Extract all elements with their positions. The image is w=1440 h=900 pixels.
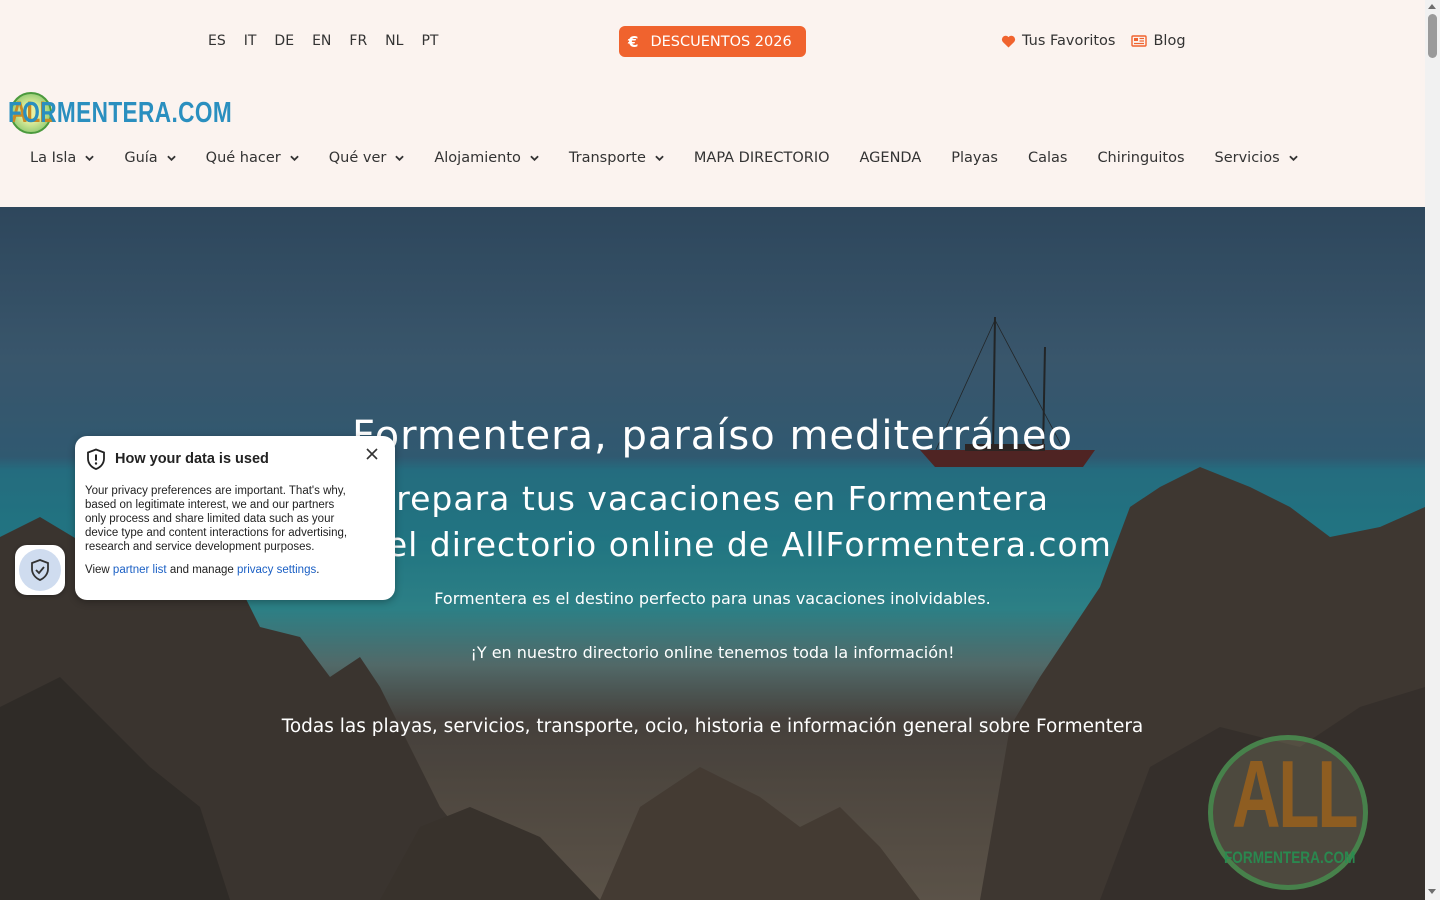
discounts-button[interactable]: € DESCUENTOS 2026 [619, 26, 806, 57]
nav-que-hacer[interactable]: Qué hacer [191, 147, 314, 169]
favorites-label: Tus Favoritos [1022, 33, 1116, 49]
nav-guia[interactable]: Guía [109, 147, 190, 169]
privacy-notice-dialog: How your data is used Your privacy prefe… [75, 436, 395, 600]
lang-pt[interactable]: PT [412, 30, 447, 52]
scroll-down-arrow-icon[interactable] [1428, 889, 1436, 894]
blog-label: Blog [1153, 33, 1186, 49]
page-scrollbar[interactable] [1425, 0, 1440, 900]
site-logo[interactable]: ALL FORMENTERA.COM [8, 90, 264, 136]
newspaper-icon [1131, 35, 1148, 47]
shield-check-icon [31, 559, 49, 581]
nav-chiringuitos[interactable]: Chiringuitos [1082, 147, 1199, 169]
nav-calas[interactable]: Calas [1013, 147, 1082, 169]
favorites-link[interactable]: Tus Favoritos [1001, 30, 1115, 52]
privacy-settings-button[interactable] [15, 545, 65, 595]
nav-transporte[interactable]: Transporte [554, 147, 679, 169]
language-selector: ES IT DE EN FR NL PT [199, 30, 447, 52]
nav-que-ver[interactable]: Qué ver [314, 147, 420, 169]
chevron-down-icon [655, 155, 664, 161]
heart-icon [1001, 35, 1016, 48]
lang-es[interactable]: ES [199, 30, 235, 52]
discounts-label: DESCUENTOS 2026 [650, 33, 792, 50]
logo-text: FORMENTERA.COM [8, 96, 233, 129]
main-navigation: La Isla Guía Qué hacer Qué ver Alojamien… [15, 147, 1313, 169]
close-icon[interactable] [365, 447, 379, 461]
nav-servicios[interactable]: Servicios [1200, 147, 1313, 169]
nav-mapa-directorio[interactable]: MAPA DIRECTORIO [679, 147, 845, 169]
partner-list-link[interactable]: partner list [113, 564, 167, 576]
privacy-title: How your data is used [115, 451, 269, 467]
chevron-down-icon [166, 155, 176, 161]
chevron-down-icon [530, 155, 539, 161]
scrollbar-thumb[interactable] [1428, 14, 1437, 58]
hero-paragraph-3: Todas las playas, servicios, transporte,… [281, 716, 1144, 737]
chevron-down-icon [395, 155, 405, 161]
privacy-settings-link[interactable]: privacy settings [237, 564, 316, 576]
nav-la-isla[interactable]: La Isla [15, 147, 109, 169]
blog-link[interactable]: Blog [1131, 30, 1186, 52]
chevron-down-icon [290, 155, 299, 161]
hero-paragraph-2: ¡Y en nuestro directorio online tenemos … [470, 643, 955, 662]
allformentera-badge[interactable]: ALL FORMENTERA.COM [1208, 735, 1368, 890]
nav-alojamiento[interactable]: Alojamiento [419, 147, 554, 169]
nav-agenda[interactable]: AGENDA [845, 147, 937, 169]
lang-it[interactable]: IT [235, 30, 266, 52]
privacy-footer: View partner list and manage privacy set… [85, 564, 320, 576]
lang-fr[interactable]: FR [340, 30, 376, 52]
lang-en[interactable]: EN [303, 30, 340, 52]
privacy-body: Your privacy preferences are important. … [85, 485, 348, 553]
euro-icon: € [628, 32, 639, 51]
top-bar: ES IT DE EN FR NL PT € DESCUENTOS 2026 T… [0, 0, 1425, 80]
lang-nl[interactable]: NL [376, 30, 412, 52]
chevron-down-icon [85, 155, 95, 161]
lang-de[interactable]: DE [265, 30, 303, 52]
utility-links: Tus Favoritos Blog [1001, 30, 1186, 52]
shield-alert-icon [87, 448, 105, 470]
nav-playas[interactable]: Playas [936, 147, 1013, 169]
scroll-up-arrow-icon[interactable] [1428, 4, 1436, 9]
chevron-down-icon [1288, 155, 1298, 161]
